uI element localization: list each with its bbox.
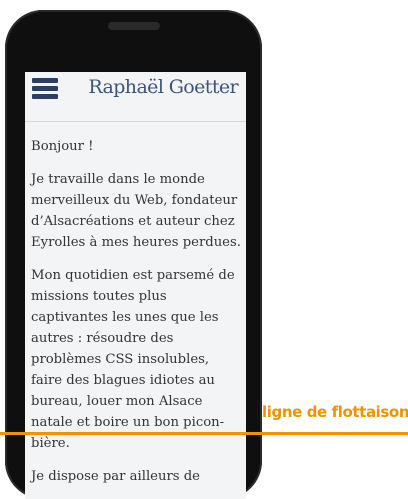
menu-bar-middle (32, 86, 58, 91)
menu-bar-top (32, 78, 58, 83)
fold-line (0, 432, 408, 435)
fold-label: ligne de flottaison (262, 403, 408, 421)
paragraph-intro: Je travaille dans le monde merveilleux d… (31, 172, 241, 250)
paragraph-daily: Mon quotidien est parsemé de missions to… (31, 268, 235, 451)
smartphone-frame: Raphaël Goetter Bonjour ! Je travaille d… (5, 10, 262, 499)
phone-speaker (108, 22, 160, 30)
paragraph-more: Je dispose par ailleurs de (31, 469, 200, 484)
menu-bar-bottom (32, 94, 58, 99)
article-content: Bonjour ! Je travaille dans le monde mer… (31, 136, 243, 499)
paragraph-greeting: Bonjour ! (31, 139, 94, 154)
site-title[interactable]: Raphaël Goetter (88, 76, 238, 98)
site-header: Raphaël Goetter (25, 72, 246, 122)
illustration: Raphaël Goetter Bonjour ! Je travaille d… (0, 0, 408, 499)
hamburger-menu-icon[interactable] (32, 78, 58, 100)
